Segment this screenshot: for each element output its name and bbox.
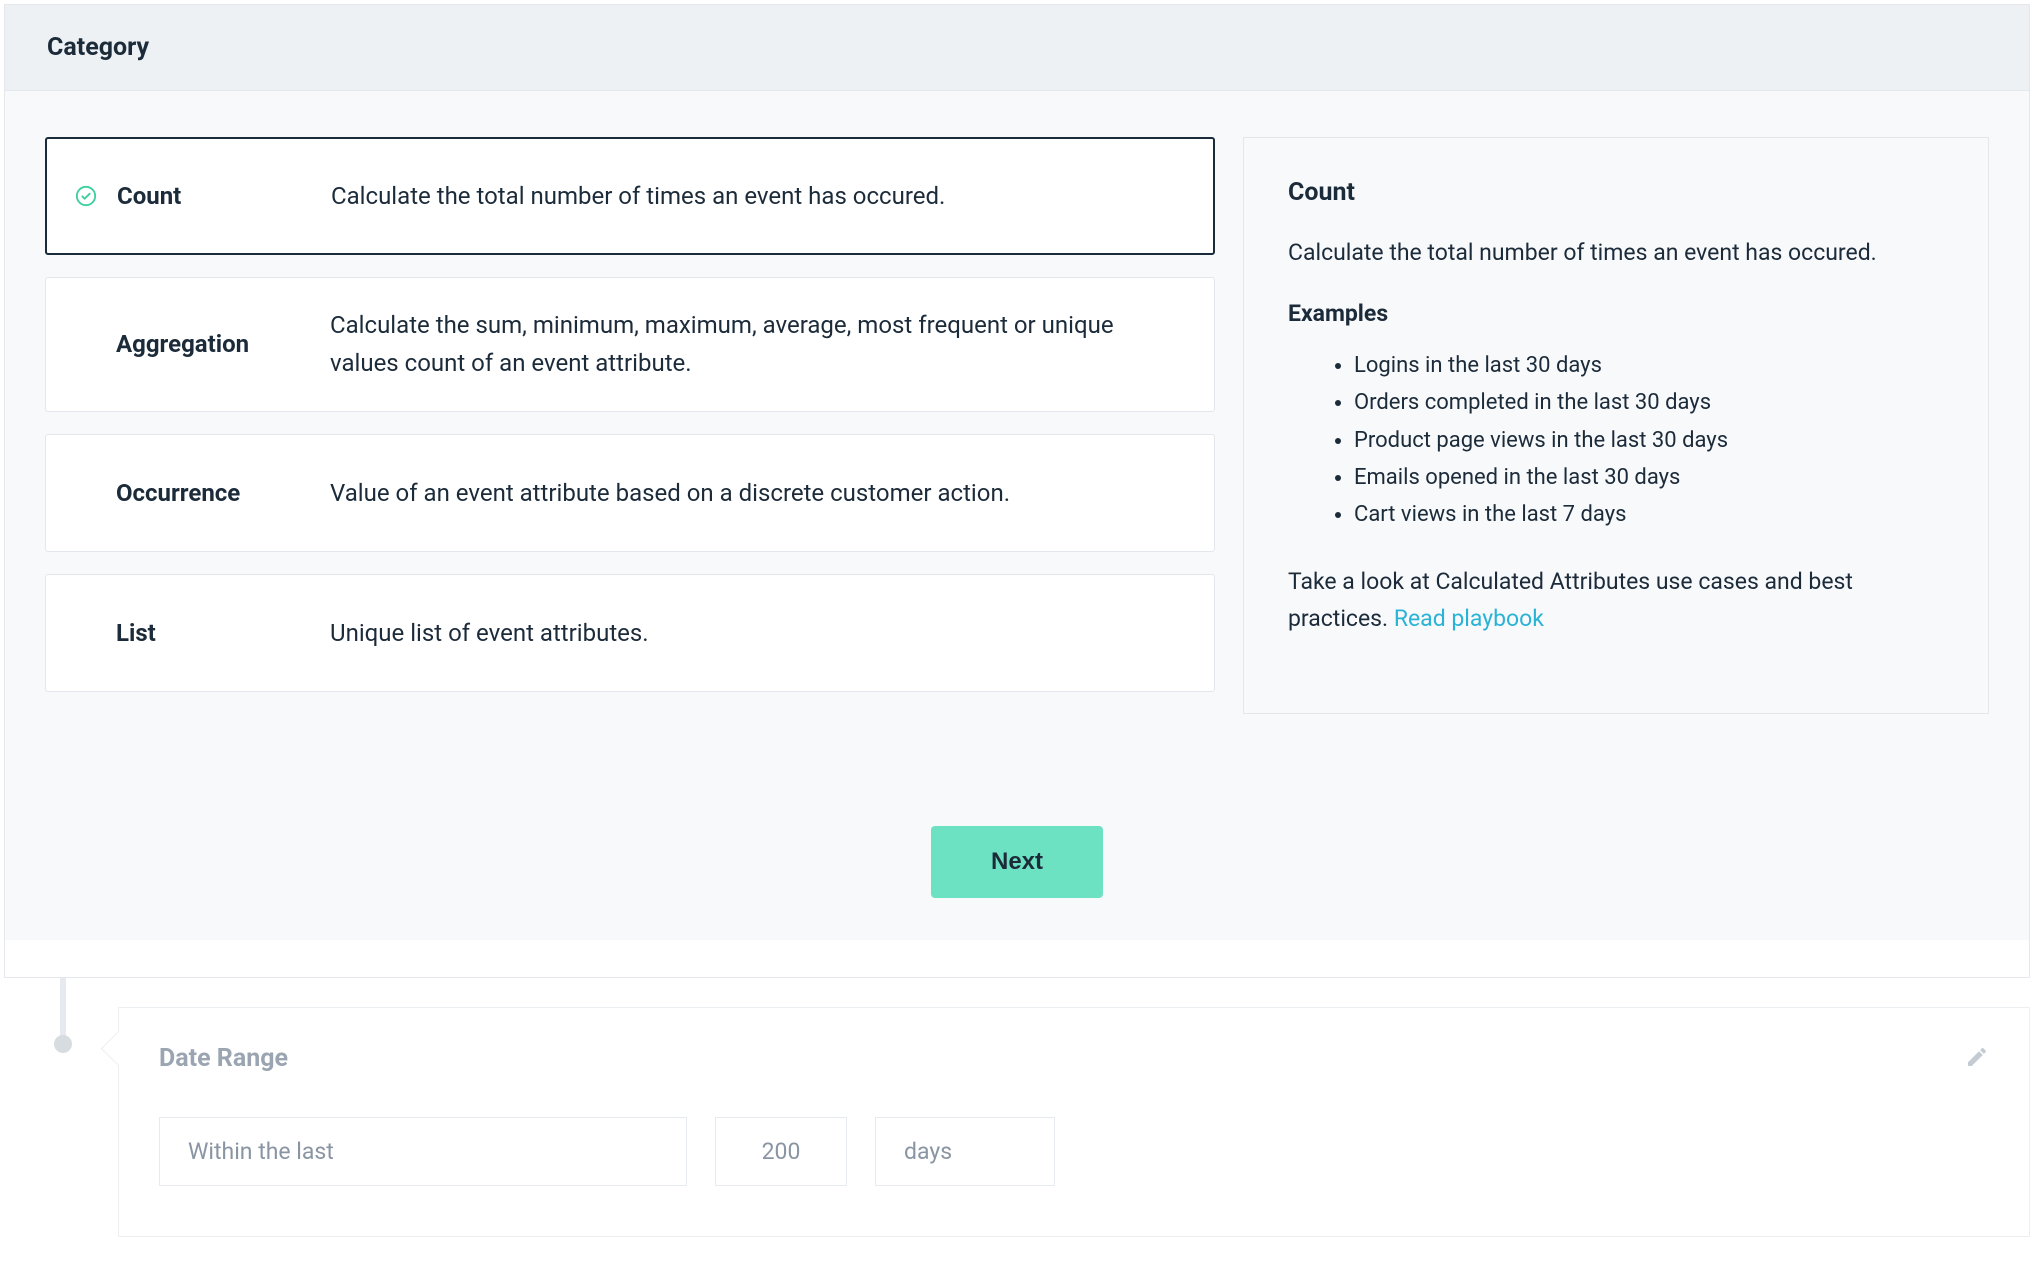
examples-list: Logins in the last 30 days Orders comple… <box>1288 347 1944 534</box>
info-desc: Calculate the total number of times an e… <box>1288 235 1944 272</box>
category-options: Count Calculate the total number of time… <box>45 137 1215 692</box>
date-range-title: Date Range <box>159 1044 288 1073</box>
option-desc: Unique list of event attributes. <box>330 586 1186 680</box>
category-panel: Category Count Calculate the total numbe… <box>4 4 2030 978</box>
option-count[interactable]: Count Calculate the total number of time… <box>45 137 1215 255</box>
timeline-dot <box>54 1035 72 1053</box>
timeline-connector <box>60 978 66 1040</box>
check-circle-icon <box>75 185 117 207</box>
edit-icon[interactable] <box>1965 1045 1989 1073</box>
example-item: Product page views in the last 30 days <box>1354 422 1944 459</box>
example-item: Orders completed in the last 30 days <box>1354 384 1944 421</box>
date-value-input[interactable] <box>715 1117 847 1186</box>
example-item: Cart views in the last 7 days <box>1354 496 1944 533</box>
date-range-inputs: Within the last days <box>159 1117 1989 1186</box>
panel-header: Category <box>5 5 2029 91</box>
example-item: Logins in the last 30 days <box>1354 347 1944 384</box>
examples-label: Examples <box>1288 300 1944 327</box>
option-title: Occurrence <box>116 479 330 507</box>
option-aggregation[interactable]: Aggregation Calculate the sum, minimum, … <box>45 277 1215 412</box>
read-playbook-link[interactable]: Read playbook <box>1394 605 1544 632</box>
option-desc: Value of an event attribute based on a d… <box>330 446 1186 540</box>
panel-body: Count Calculate the total number of time… <box>5 91 2029 940</box>
example-item: Emails opened in the last 30 days <box>1354 459 1944 496</box>
option-desc: Calculate the sum, minimum, maximum, ave… <box>330 278 1186 411</box>
option-occurrence[interactable]: Occurrence Value of an event attribute b… <box>45 434 1215 552</box>
option-title: List <box>116 619 330 647</box>
panel-title: Category <box>47 33 1987 62</box>
date-unit-select[interactable]: days <box>875 1117 1055 1186</box>
date-mode-select[interactable]: Within the last <box>159 1117 687 1186</box>
info-title: Count <box>1288 178 1944 207</box>
next-button[interactable]: Next <box>931 826 1103 898</box>
option-title: Count <box>117 182 331 210</box>
option-title: Aggregation <box>116 330 330 358</box>
option-list[interactable]: List Unique list of event attributes. <box>45 574 1215 692</box>
info-panel: Count Calculate the total number of time… <box>1243 137 1989 714</box>
info-footer: Take a look at Calculated Attributes use… <box>1288 564 1944 638</box>
option-desc: Calculate the total number of times an e… <box>331 149 1185 243</box>
date-range-card: Date Range Within the last days <box>118 1007 2030 1237</box>
